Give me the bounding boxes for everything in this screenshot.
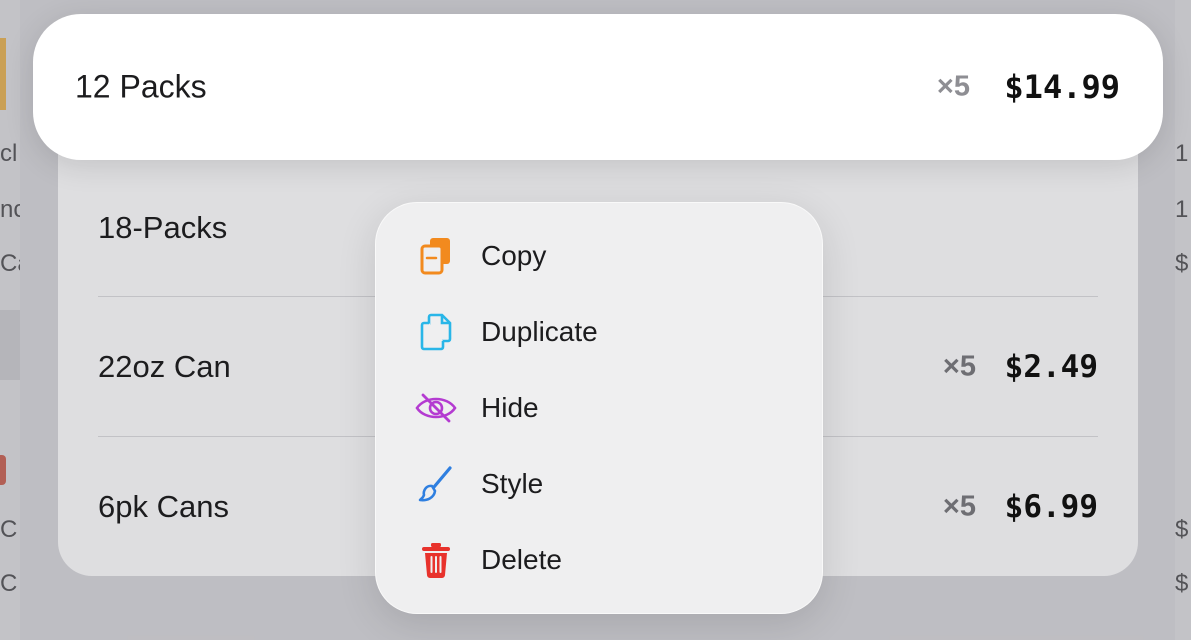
item-quantity: ×5 xyxy=(942,350,976,383)
menu-item-label: Copy xyxy=(481,240,547,271)
item-price: $2.49 xyxy=(1004,349,1098,385)
paintbrush-icon xyxy=(414,462,458,506)
item-price: $6.99 xyxy=(1004,489,1098,525)
copy-icon xyxy=(414,234,458,278)
item-price: $14.99 xyxy=(1004,68,1120,106)
menu-item-label: Delete xyxy=(481,544,562,575)
menu-item-label: Hide xyxy=(481,392,539,423)
duplicate-icon xyxy=(414,310,458,354)
menu-item-delete[interactable]: Delete xyxy=(376,522,822,598)
menu-item-style[interactable]: Style xyxy=(376,446,822,522)
item-name: 6pk Cans xyxy=(98,489,229,524)
menu-item-label: Duplicate xyxy=(481,316,598,347)
item-quantity: ×5 xyxy=(942,490,976,523)
item-quantity: ×5 xyxy=(936,70,970,103)
menu-item-duplicate[interactable]: Duplicate xyxy=(376,294,822,370)
trash-icon xyxy=(414,538,458,582)
item-name: 12 Packs xyxy=(75,68,207,105)
selected-item-preview[interactable]: 12 Packs ×5 $14.99 xyxy=(33,14,1163,160)
context-menu: Copy Duplicate Hide Style Delete xyxy=(375,202,823,614)
eye-slash-icon xyxy=(414,386,458,430)
menu-item-label: Style xyxy=(481,468,544,499)
menu-item-hide[interactable]: Hide xyxy=(376,370,822,446)
item-name: 22oz Can xyxy=(98,349,231,384)
menu-item-copy[interactable]: Copy xyxy=(376,218,822,294)
item-name: 18-Packs xyxy=(98,210,228,245)
